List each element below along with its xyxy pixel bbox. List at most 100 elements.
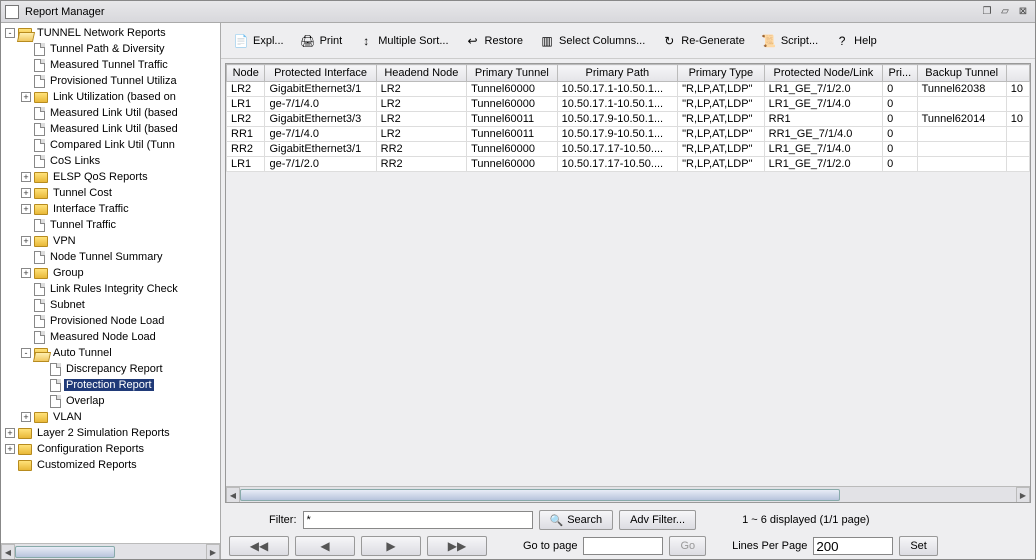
toolbar-button[interactable]: 📜Script... bbox=[755, 29, 824, 53]
lines-per-page-input[interactable] bbox=[813, 537, 893, 555]
tree-node-label: Group bbox=[51, 267, 86, 279]
table-row[interactable]: LR1ge-7/1/2.0RR2Tunnel6000010.50.17.17-1… bbox=[227, 157, 1030, 172]
toolbar-button[interactable]: 📄Expl... bbox=[227, 29, 290, 53]
column-header[interactable]: Pri... bbox=[883, 65, 917, 82]
tree-toggle-icon[interactable]: + bbox=[21, 268, 31, 278]
column-header[interactable]: Primary Tunnel bbox=[467, 65, 557, 82]
table-cell: "R,LP,AT,LDP" bbox=[678, 127, 765, 142]
toolbar-button[interactable]: ↩Restore bbox=[459, 29, 530, 53]
tree-node[interactable]: Protection Report bbox=[1, 377, 220, 393]
tree-node[interactable]: CoS Links bbox=[1, 153, 220, 169]
file-icon bbox=[34, 139, 45, 152]
column-header[interactable]: Protected Interface bbox=[265, 65, 376, 82]
scroll-thumb[interactable] bbox=[240, 489, 840, 501]
file-icon bbox=[34, 251, 45, 264]
table-cell: 10.50.17.1-10.50.1... bbox=[557, 82, 678, 97]
tree-node[interactable]: +Configuration Reports bbox=[1, 441, 220, 457]
tree-node[interactable]: Link Rules Integrity Check bbox=[1, 281, 220, 297]
scroll-right-icon[interactable]: ▶ bbox=[206, 544, 220, 559]
table-cell: 10.50.17.9-10.50.1... bbox=[557, 112, 678, 127]
tree-node[interactable]: +VLAN bbox=[1, 409, 220, 425]
tree-toggle-icon[interactable]: + bbox=[21, 172, 31, 182]
table-row[interactable]: RR1ge-7/1/4.0LR2Tunnel6001110.50.17.9-10… bbox=[227, 127, 1030, 142]
window-maximize-icon[interactable]: ▱ bbox=[997, 5, 1013, 19]
set-button[interactable]: Set bbox=[899, 536, 938, 556]
tree-node[interactable]: Subnet bbox=[1, 297, 220, 313]
column-header[interactable]: Primary Path bbox=[557, 65, 678, 82]
toolbar-button[interactable]: ↕Multiple Sort... bbox=[352, 29, 454, 53]
window-restore-icon[interactable]: ❐ bbox=[979, 5, 995, 19]
tree-node[interactable]: Tunnel Traffic bbox=[1, 217, 220, 233]
toolbar-button[interactable]: ▥Select Columns... bbox=[533, 29, 651, 53]
tree-toggle-icon[interactable]: + bbox=[21, 92, 31, 102]
tree-node[interactable]: Overlap bbox=[1, 393, 220, 409]
scroll-left-icon[interactable]: ◀ bbox=[226, 487, 240, 503]
toolbar-button[interactable]: 🖨Print bbox=[294, 29, 349, 53]
filter-input[interactable] bbox=[303, 511, 533, 529]
tree-node[interactable]: Measured Link Util (based bbox=[1, 121, 220, 137]
folder-icon bbox=[34, 204, 48, 215]
tree-node[interactable]: + ELSP QoS Reports bbox=[1, 169, 220, 185]
tree-toggle-icon[interactable]: + bbox=[21, 204, 31, 214]
tree-node[interactable]: Discrepancy Report bbox=[1, 361, 220, 377]
tree-node[interactable]: -Auto Tunnel bbox=[1, 345, 220, 361]
tree-node[interactable]: Measured Tunnel Traffic bbox=[1, 57, 220, 73]
go-button[interactable]: Go bbox=[669, 536, 706, 556]
column-header[interactable]: Protected Node/Link bbox=[764, 65, 882, 82]
table-cell: "R,LP,AT,LDP" bbox=[678, 142, 765, 157]
goto-page-input[interactable] bbox=[583, 537, 663, 555]
table-row[interactable]: RR2GigabitEthernet3/1RR2Tunnel6000010.50… bbox=[227, 142, 1030, 157]
table-row[interactable]: LR1ge-7/1/4.0LR2Tunnel6000010.50.17.1-10… bbox=[227, 97, 1030, 112]
tree-node[interactable]: Provisioned Tunnel Utiliza bbox=[1, 73, 220, 89]
tree-toggle-icon[interactable]: - bbox=[5, 28, 15, 38]
column-header[interactable]: Primary Type bbox=[678, 65, 765, 82]
tree-node[interactable]: +VPN bbox=[1, 233, 220, 249]
table-row[interactable]: LR2GigabitEthernet3/1LR2Tunnel6000010.50… bbox=[227, 82, 1030, 97]
tree-node[interactable]: Compared Link Util (Tunn bbox=[1, 137, 220, 153]
search-button[interactable]: 🔍 Search bbox=[539, 510, 614, 530]
column-header[interactable]: Backup Tunnel bbox=[917, 65, 1006, 82]
toolbar-button[interactable]: ↻Re-Generate bbox=[655, 29, 751, 53]
tree-node[interactable]: +Layer 2 Simulation Reports bbox=[1, 425, 220, 441]
scroll-left-icon[interactable]: ◀ bbox=[1, 544, 15, 559]
column-header[interactable]: Node bbox=[227, 65, 265, 82]
table-cell: Tunnel62014 bbox=[917, 112, 1006, 127]
tree-toggle-icon[interactable]: + bbox=[21, 188, 31, 198]
tree-node[interactable]: Tunnel Path & Diversity bbox=[1, 41, 220, 57]
tree-node[interactable]: + Group bbox=[1, 265, 220, 281]
tree-toggle-icon[interactable]: + bbox=[5, 444, 15, 454]
last-page-button[interactable]: ▶▶ bbox=[427, 536, 487, 556]
table-cell: LR2 bbox=[376, 127, 467, 142]
toolbar-icon: ↩ bbox=[465, 33, 481, 49]
adv-filter-button[interactable]: Adv Filter... bbox=[619, 510, 696, 530]
window-close-icon[interactable]: ⊠ bbox=[1015, 5, 1031, 19]
file-icon bbox=[34, 43, 45, 56]
next-page-button[interactable]: ▶ bbox=[361, 536, 421, 556]
tree-node[interactable]: +Tunnel Cost bbox=[1, 185, 220, 201]
tree-toggle-icon[interactable]: - bbox=[21, 348, 31, 358]
prev-page-button[interactable]: ◀ bbox=[295, 536, 355, 556]
tree-toggle-icon[interactable]: + bbox=[21, 236, 31, 246]
tree-node[interactable]: +Link Utilization (based on bbox=[1, 89, 220, 105]
tree-toggle-icon[interactable]: + bbox=[5, 428, 15, 438]
tree-node[interactable]: +Interface Traffic bbox=[1, 201, 220, 217]
tree-toggle-icon[interactable]: + bbox=[21, 412, 31, 422]
tree-node[interactable]: Node Tunnel Summary bbox=[1, 249, 220, 265]
tree-node[interactable]: Measured Link Util (based bbox=[1, 105, 220, 121]
scroll-right-icon[interactable]: ▶ bbox=[1016, 487, 1030, 503]
tree-node-label: Provisioned Tunnel Utiliza bbox=[48, 75, 179, 87]
scroll-thumb[interactable] bbox=[15, 546, 115, 558]
column-header[interactable] bbox=[1006, 65, 1029, 82]
tree-node-label: Measured Link Util (based bbox=[48, 107, 180, 119]
sidebar-horizontal-scrollbar[interactable]: ◀ ▶ bbox=[1, 543, 220, 559]
tree-node[interactable]: Customized Reports bbox=[1, 457, 220, 473]
table-horizontal-scrollbar[interactable]: ◀ ▶ bbox=[226, 486, 1030, 502]
toolbar-button[interactable]: ?Help bbox=[828, 29, 883, 53]
first-page-button[interactable]: ◀◀ bbox=[229, 536, 289, 556]
tree-node-label: ELSP QoS Reports bbox=[51, 171, 150, 183]
tree-node[interactable]: Provisioned Node Load bbox=[1, 313, 220, 329]
tree-node[interactable]: Measured Node Load bbox=[1, 329, 220, 345]
column-header[interactable]: Headend Node bbox=[376, 65, 467, 82]
tree-node[interactable]: -TUNNEL Network Reports bbox=[1, 25, 220, 41]
table-row[interactable]: LR2GigabitEthernet3/3LR2Tunnel6001110.50… bbox=[227, 112, 1030, 127]
